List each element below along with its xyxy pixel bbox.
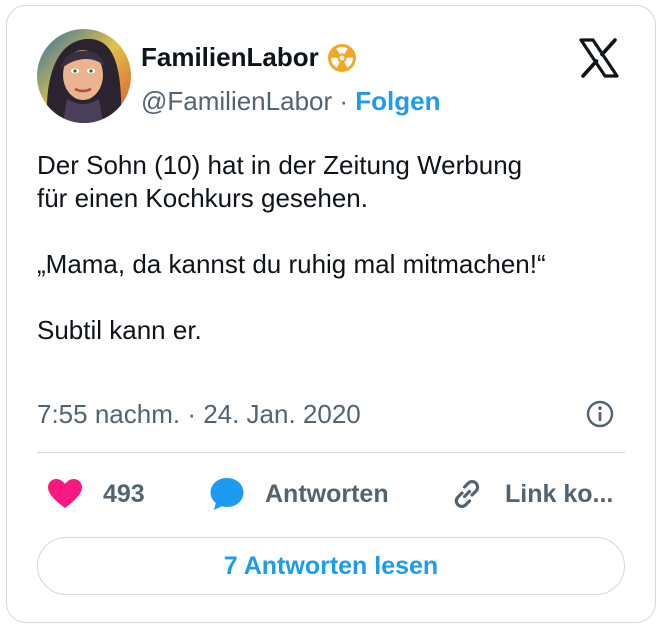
copy-link-label: Link ko... (505, 479, 614, 508)
handle-line: @FamilienLabor · Folgen (141, 86, 440, 117)
author-name-row[interactable]: FamilienLabor (141, 42, 357, 73)
avatar[interactable] (37, 29, 131, 123)
radioactive-badge-icon (327, 43, 357, 73)
tweet-text: Der Sohn (10) hat in der Zeitung Werbung… (37, 150, 546, 345)
reply-label: Antworten (265, 479, 389, 508)
action-bar: 493 Antworten Link ko... (37, 474, 625, 514)
avatar-image (37, 29, 131, 123)
handle-separator: · (332, 86, 356, 116)
heart-icon (48, 479, 82, 508)
like-button[interactable]: 493 (47, 474, 145, 514)
follow-button[interactable]: Folgen (355, 86, 440, 116)
tweet-embed-card: FamilienLabor @FamilienLabor · Folgen De… (6, 5, 656, 623)
author-name[interactable]: FamilienLabor (141, 42, 319, 73)
read-replies-label: 7 Antworten lesen (223, 551, 439, 580)
meta-row: 7:55 nachm. · 24. Jan. 2020 (37, 396, 625, 432)
copy-link-button[interactable]: Link ko... (449, 474, 613, 514)
divider (37, 452, 625, 453)
speech-bubble-icon (210, 478, 244, 510)
tweet-timestamp[interactable]: 7:55 nachm. · 24. Jan. 2020 (37, 399, 361, 430)
author-handle[interactable]: @FamilienLabor (141, 86, 332, 116)
link-icon (454, 480, 480, 508)
like-count: 493 (103, 479, 145, 508)
x-logo-icon[interactable] (577, 36, 621, 80)
info-icon[interactable] (585, 399, 615, 429)
read-replies-button[interactable]: 7 Antworten lesen (37, 537, 625, 595)
reply-button[interactable]: Antworten (209, 474, 389, 514)
